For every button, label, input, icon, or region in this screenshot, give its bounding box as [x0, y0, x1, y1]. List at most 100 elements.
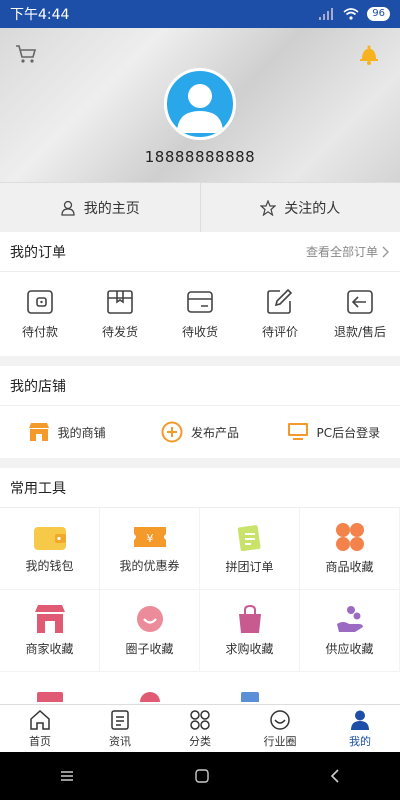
tool-group-order-label: 拼团订单	[225, 560, 274, 574]
tab-mine-label: 我的	[349, 734, 371, 748]
order-refund-label: 退款/售后	[333, 324, 387, 339]
tool-product-favorites[interactable]: 商品收藏	[300, 508, 400, 590]
tab-my-homepage[interactable]: 我的主页	[0, 183, 200, 232]
tab-home-label: 首页	[29, 734, 51, 748]
tool-group-order[interactable]: 拼团订单	[200, 508, 300, 590]
cart-icon[interactable]	[14, 42, 38, 66]
order-pending-receipt[interactable]: 待收货	[160, 272, 240, 356]
tab-home[interactable]: 首页	[0, 705, 80, 752]
profile-tabs: 我的主页 关注的人	[0, 182, 400, 232]
tool-wallet[interactable]: 我的钱包	[0, 508, 100, 590]
user-icon	[351, 710, 369, 730]
bottom-tab-bar: 首页 资讯 分类 行业圈 我的	[0, 704, 400, 752]
shop-actions-row: 我的商铺 发布产品 PC后台登录	[0, 406, 400, 458]
pc-login-label: PC后台登录	[316, 425, 381, 440]
coupon-icon: ¥	[133, 527, 166, 547]
chevron-right-icon	[382, 246, 389, 257]
order-pending-receipt-label: 待收货	[181, 324, 218, 339]
tool-partial-2	[100, 672, 200, 702]
order-pending-review-label: 待评价	[261, 324, 298, 339]
view-all-orders-link[interactable]: 查看全部订单	[306, 243, 390, 260]
tool-purchase-favorites-label: 求购收藏	[225, 642, 274, 656]
box-icon	[107, 289, 133, 314]
tool-partial-1	[0, 672, 100, 702]
publish-product-button[interactable]: 发布产品	[133, 406, 266, 458]
tool-purchase-favorites[interactable]: 求购收藏	[200, 590, 300, 672]
tab-my-homepage-label: 我的主页	[83, 200, 140, 217]
my-store-label: 我的商铺	[57, 425, 106, 440]
avatar[interactable]	[164, 68, 236, 140]
order-pending-review[interactable]: 待评价	[240, 272, 320, 356]
tool-merchant-favorites-label: 商家收藏	[25, 642, 74, 656]
tool-coupon-label: 我的优惠券	[119, 559, 180, 573]
wallet-icon	[33, 527, 66, 550]
menu-icon[interactable]	[60, 770, 74, 782]
svg-text:¥: ¥	[146, 532, 153, 545]
shop-card: 我的店铺 我的商铺 发布产品 PC后台登录	[0, 366, 400, 458]
card-receive-icon	[187, 290, 213, 313]
tab-news-label: 资讯	[109, 734, 131, 748]
avatar-person-icon	[177, 84, 223, 133]
tool-supply-favorites-label: 供应收藏	[325, 642, 374, 656]
order-pending-shipment-label: 待发货	[101, 324, 138, 339]
orders-card: 我的订单 查看全部订单 待付款 待发货 待收货 待评价 退款/售后	[0, 232, 400, 356]
pc-login-button[interactable]: PC后台登录	[267, 406, 400, 458]
order-pending-payment-label: 待付款	[21, 324, 58, 339]
tools-title: 常用工具	[10, 480, 66, 497]
user-phone: 18888888888	[144, 148, 256, 166]
app-root: 下午4:44 96 18888888888 我的主页 关注的人 我的订单 查看全…	[0, 0, 400, 800]
tab-following[interactable]: 关注的人	[199, 183, 400, 232]
tab-category[interactable]: 分类	[160, 705, 240, 752]
tools-card: 常用工具 我的钱包 ¥ 我的优惠券 拼团订单 商品收藏 商家收藏 圈子收藏 求购…	[0, 468, 400, 704]
tool-partial-4	[300, 672, 400, 702]
status-bar: 下午4:44 96	[0, 0, 400, 28]
category-icon	[190, 709, 210, 730]
tab-following-label: 关注的人	[284, 200, 341, 217]
tab-industry-circle[interactable]: 行业圈	[240, 705, 320, 752]
card-icon	[37, 692, 63, 702]
tab-news[interactable]: 资讯	[80, 705, 160, 752]
battery-indicator: 96	[367, 7, 390, 21]
wifi-icon	[343, 8, 359, 20]
tab-mine[interactable]: 我的	[320, 705, 400, 752]
star-icon	[260, 199, 277, 216]
tools-header: 常用工具	[0, 468, 400, 508]
return-icon	[347, 289, 373, 314]
system-nav-bar	[0, 752, 400, 800]
bell-icon[interactable]	[358, 42, 380, 66]
tool-wallet-label: 我的钱包	[25, 559, 74, 573]
status-icons: 96	[319, 7, 390, 21]
order-refund[interactable]: 退款/售后	[320, 272, 400, 356]
monitor-icon	[287, 423, 308, 440]
smile-circle-icon	[136, 606, 163, 632]
news-icon	[111, 709, 129, 730]
home-icon	[30, 709, 50, 730]
home-button-icon[interactable]	[195, 769, 209, 783]
orders-header: 我的订单 查看全部订单	[0, 232, 400, 272]
bag-icon	[238, 604, 261, 633]
publish-product-label: 发布产品	[190, 425, 239, 440]
order-pending-payment[interactable]: 待付款	[0, 272, 80, 356]
edit-icon	[267, 288, 293, 314]
document-icon	[241, 692, 259, 702]
wallet-outline-icon	[27, 289, 53, 314]
tool-merchant-favorites[interactable]: 商家收藏	[0, 590, 100, 672]
store-icon	[28, 423, 49, 441]
shop-title: 我的店铺	[10, 378, 66, 395]
tab-category-label: 分类	[189, 734, 211, 748]
back-icon[interactable]	[330, 769, 340, 783]
orders-title: 我的订单	[10, 244, 66, 261]
tool-circle-favorites-label: 圈子收藏	[125, 642, 174, 656]
shop-awning-icon	[34, 605, 65, 633]
tool-coupon[interactable]: ¥ 我的优惠券	[100, 508, 200, 590]
order-pending-shipment[interactable]: 待发货	[80, 272, 160, 356]
tool-circle-favorites[interactable]: 圈子收藏	[100, 590, 200, 672]
tools-grid: 我的钱包 ¥ 我的优惠券 拼团订单 商品收藏 商家收藏 圈子收藏 求购收藏 供应…	[0, 508, 400, 702]
group-order-icon	[237, 525, 260, 552]
badge-icon	[140, 692, 160, 702]
signal-icon	[319, 8, 334, 20]
person-icon	[61, 200, 75, 216]
tool-supply-favorites[interactable]: 供应收藏	[300, 590, 400, 672]
my-store-button[interactable]: 我的商铺	[0, 406, 133, 458]
clover-icon	[335, 523, 364, 551]
